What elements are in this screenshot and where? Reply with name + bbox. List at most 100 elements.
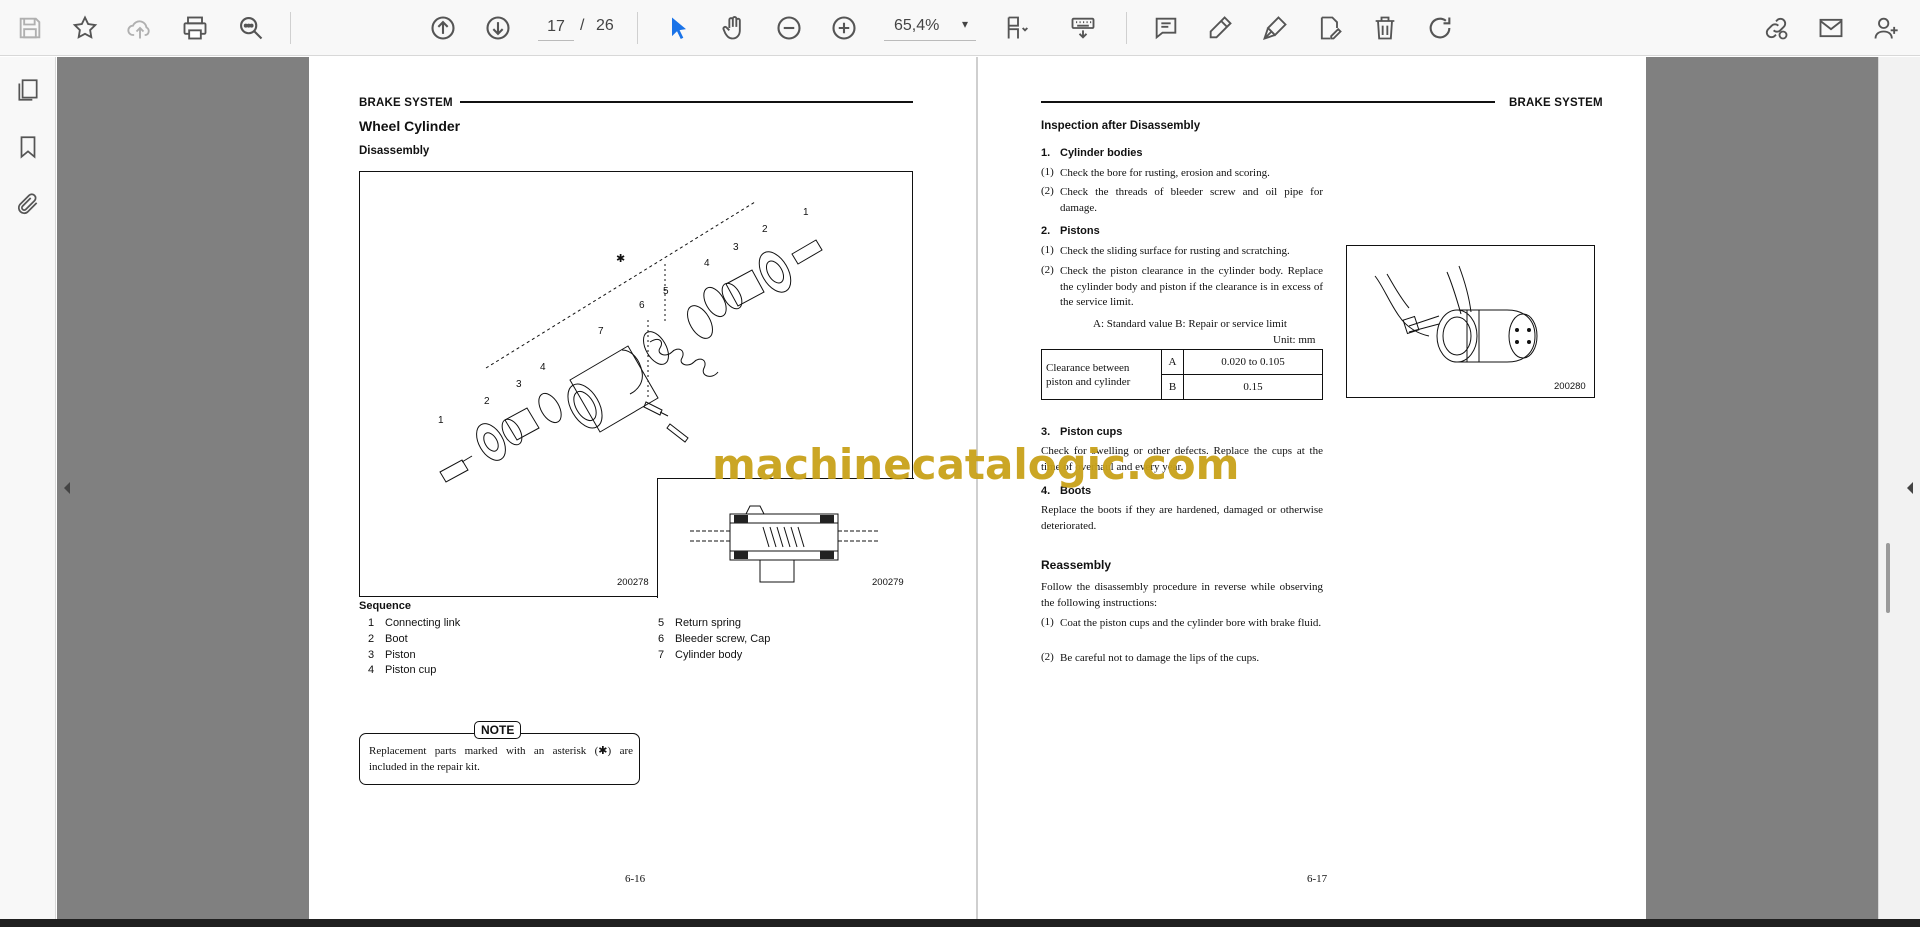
item-num: (1)	[1041, 166, 1054, 178]
page-header-left: BRAKE SYSTEM	[359, 97, 453, 109]
fit-page-icon[interactable]	[1000, 10, 1036, 46]
toolbar-separator	[1126, 12, 1127, 44]
figure-number-200278: 200278	[617, 577, 649, 588]
page-separator: /	[580, 17, 585, 34]
zoom-level-dropdown[interactable]: 65,4% ▾	[884, 13, 976, 41]
note-tag: NOTE	[474, 721, 522, 739]
rotate-icon[interactable]	[1422, 10, 1458, 46]
callout-6: 6	[639, 300, 645, 311]
zoom-level-value: 65,4%	[894, 17, 940, 34]
chevron-down-icon: ▾	[961, 17, 968, 31]
zoom-in-icon[interactable]	[826, 10, 862, 46]
section-title-reassembly: Reassembly	[1041, 558, 1112, 572]
figure-number-200279: 200279	[872, 577, 904, 588]
watermark-text: machinecatalogic.com	[712, 440, 1240, 489]
zoom-out-icon[interactable]	[771, 10, 807, 46]
sequence-num: 4	[368, 664, 375, 676]
table-key-a: A	[1161, 349, 1184, 375]
table-label-clearance: Clearance between piston and cylinder	[1041, 349, 1162, 400]
page-down-icon[interactable]	[480, 10, 516, 46]
sequence-num: 1	[368, 617, 375, 629]
callout-1: 1	[438, 415, 444, 426]
bookmark-star-icon[interactable]	[67, 10, 103, 46]
left-navigation-rail	[0, 57, 56, 927]
bookmarks-icon[interactable]	[12, 131, 44, 163]
select-cursor-icon[interactable]	[661, 10, 697, 46]
s1-item-1-text: Check the bore for rusting, erosion and …	[1060, 167, 1270, 179]
delete-trash-icon[interactable]	[1367, 10, 1403, 46]
table-unit: Unit: mm	[1273, 334, 1316, 346]
toolbar-separator	[637, 12, 638, 44]
callout-asterisk: ✱	[616, 253, 626, 265]
collapse-left-panel-icon[interactable]	[60, 478, 74, 498]
expand-right-panel-icon[interactable]	[1903, 478, 1917, 498]
sequence-item-piston: Piston	[385, 649, 416, 661]
comment-icon[interactable]	[1148, 10, 1184, 46]
attachments-paperclip-icon[interactable]	[12, 188, 44, 220]
upload-cloud-icon[interactable]	[122, 10, 158, 46]
vertical-scrollbar-thumb[interactable]	[1886, 543, 1890, 613]
page-number-input[interactable]	[538, 13, 574, 41]
s3-num: 3.	[1041, 426, 1051, 438]
s4-text: Replace the boots if they are hardened, …	[1041, 504, 1323, 532]
disassembly-figure: 200278 200279 1 2 3 4 7 6 5 ✱ 4 3 2 1	[359, 171, 914, 598]
sign-pen-icon[interactable]	[1257, 10, 1293, 46]
zoom-search-icon[interactable]	[233, 10, 269, 46]
callout-1: 1	[803, 207, 809, 218]
sequence-item-bleeder-screw-cap: Bleeder screw, Cap	[675, 633, 771, 645]
callout-7: 7	[598, 326, 604, 337]
s2-item-1-text: Check the sliding surface for rusting an…	[1060, 245, 1290, 257]
item-num: (1)	[1041, 244, 1054, 256]
header-rule-left	[460, 101, 913, 103]
figure-number-200280: 200280	[1554, 381, 1586, 392]
s2-item-2-text: Check the piston clearance in the cylind…	[1060, 265, 1323, 308]
user-add-icon[interactable]	[1868, 10, 1904, 46]
bottom-status-bar	[0, 919, 1920, 927]
note-box: Replacement parts marked with an asteris…	[359, 733, 640, 785]
sequence-item-piston-cup: Piston cup	[385, 664, 437, 676]
piston-clearance-drawing	[1374, 265, 1538, 363]
piston-clearance-figure: 200280	[1346, 245, 1595, 398]
page-header-right: BRAKE SYSTEM	[1509, 97, 1603, 109]
pages-thumbnails-icon[interactable]	[12, 74, 44, 106]
item-num: (1)	[1041, 616, 1054, 628]
clearance-spec-table: Clearance between piston and cylinder A …	[1041, 349, 1323, 400]
sequence-item-connecting-link: Connecting link	[385, 617, 461, 629]
item-num: (2)	[1041, 185, 1054, 197]
main-toolbar: / 26 65,4% ▾	[0, 0, 1920, 56]
toolbar-separator	[290, 12, 291, 44]
header-rule-right	[1041, 101, 1495, 103]
share-link-icon[interactable]	[1758, 10, 1794, 46]
section-title-wheel-cylinder: Wheel Cylinder	[359, 118, 461, 134]
callout-2: 2	[484, 396, 490, 407]
mail-icon[interactable]	[1813, 10, 1849, 46]
save-icon[interactable]	[12, 10, 48, 46]
sequence-item-boot: Boot	[385, 633, 408, 645]
page-number-right: 6-17	[1307, 873, 1328, 885]
sequence-title: Sequence	[359, 600, 411, 612]
sequence-num: 5	[658, 617, 665, 629]
sequence-num: 3	[368, 649, 375, 661]
reassembly-item-1-text: Coat the piston cups and the cylinder bo…	[1060, 617, 1322, 629]
sequence-num: 7	[658, 649, 665, 661]
keyboard-icon[interactable]	[1065, 10, 1101, 46]
page-number-left: 6-16	[625, 873, 646, 885]
item-num: (2)	[1041, 651, 1054, 663]
callout-3: 3	[733, 242, 739, 253]
sequence-item-cylinder-body: Cylinder body	[675, 649, 743, 661]
table-legend: A: Standard value B: Repair or service l…	[1093, 318, 1287, 330]
edit-doc-icon[interactable]	[1312, 10, 1348, 46]
page-total: 26	[596, 17, 614, 34]
callout-2: 2	[762, 224, 768, 235]
highlight-pen-icon[interactable]	[1202, 10, 1238, 46]
page-up-icon[interactable]	[425, 10, 461, 46]
callout-4: 4	[704, 258, 710, 269]
s2-num: 2.	[1041, 225, 1051, 237]
sequence-num: 6	[658, 633, 665, 645]
reassembly-item-2-text: Be careful not to damage the lips of the…	[1060, 652, 1260, 664]
print-icon[interactable]	[177, 10, 213, 46]
s2-title-pistons: Pistons	[1060, 225, 1100, 237]
hand-pan-icon[interactable]	[716, 10, 752, 46]
reassembly-intro: Follow the disassembly procedure in reve…	[1041, 581, 1323, 609]
s1-num: 1.	[1041, 147, 1051, 159]
